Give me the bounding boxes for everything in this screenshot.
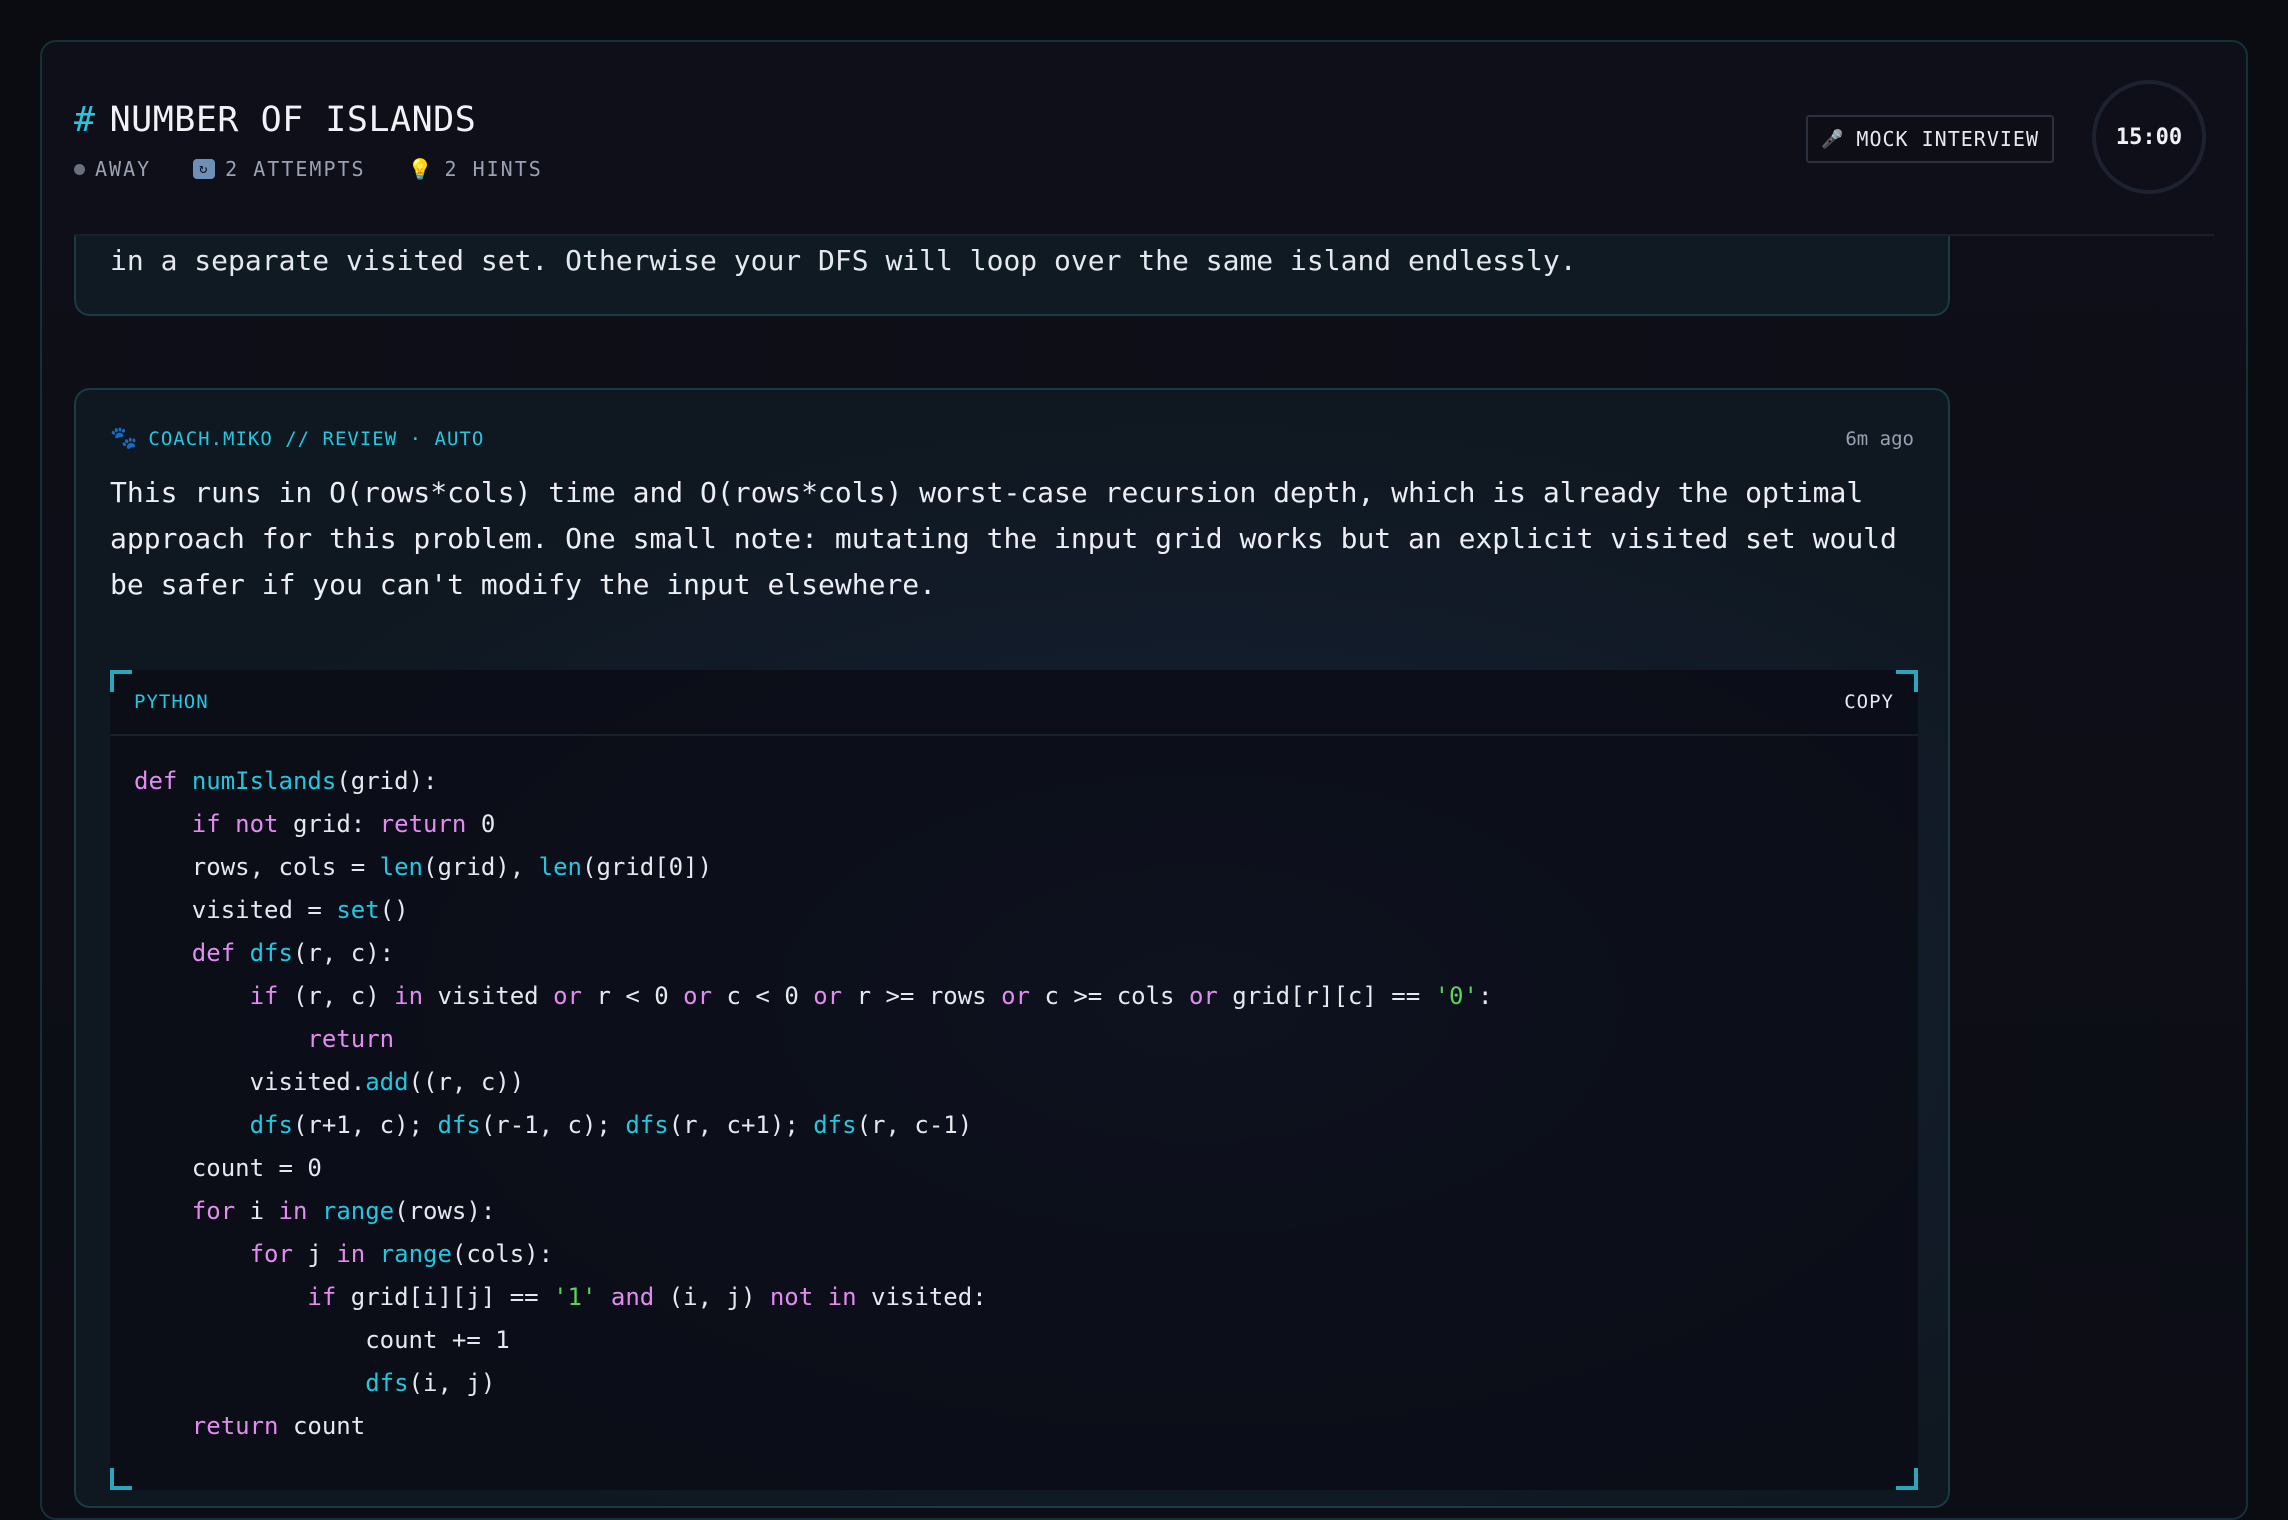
timer-value: 15:00 bbox=[2115, 124, 2183, 150]
code-line: count += 1 bbox=[365, 1326, 510, 1354]
bulb-icon: 💡 bbox=[407, 157, 435, 181]
code-line: def dfs(r, c): bbox=[191, 939, 395, 967]
coach-message-card: 🐾 COACH.MIKO // REVIEW · AUTO 6m ago Thi… bbox=[74, 388, 1950, 1508]
microphone-icon: 🎤 bbox=[1821, 128, 1845, 150]
code-line: rows, cols = len(grid), len(grid[0]) bbox=[191, 853, 713, 881]
code-line: for i in range(rows): bbox=[191, 1197, 496, 1225]
paw-icon: 🐾 bbox=[110, 426, 139, 451]
retry-icon: ↻ bbox=[193, 159, 216, 179]
code-line: if not grid: return 0 bbox=[191, 810, 496, 838]
code-content: def numIslands(grid): if not grid: retur… bbox=[134, 760, 1492, 1448]
code-line: dfs(r+1, c); dfs(r-1, c); dfs(r, c+1); d… bbox=[249, 1111, 973, 1139]
code-line: dfs(i, j) bbox=[365, 1369, 496, 1397]
status-label: AWAY bbox=[95, 157, 152, 181]
corner-bracket bbox=[110, 1468, 132, 1490]
code-line: return count bbox=[191, 1412, 366, 1440]
message-body: This runs in O(rows*cols) time and O(row… bbox=[110, 476, 1897, 601]
author-label: COACH.MIKO // REVIEW · AUTO bbox=[148, 427, 485, 450]
chat-scroll-area[interactable]: in a separate visited set. Otherwise you… bbox=[42, 236, 2246, 1518]
code-line: if (r, c) in visited or r < 0 or c < 0 o… bbox=[249, 982, 1493, 1010]
previous-message-card: in a separate visited set. Otherwise you… bbox=[74, 236, 1950, 316]
copy-button[interactable]: COPY bbox=[1844, 691, 1894, 713]
code-line: def numIslands(grid): bbox=[134, 767, 438, 795]
app-frame: # NUMBER OF ISLANDS AWAY ↻ 2 ATTEMPTS 💡 2… bbox=[40, 40, 2248, 1520]
hash-icon: # bbox=[74, 100, 96, 140]
code-line: visited.add((r, c)) bbox=[249, 1068, 525, 1096]
code-line: return bbox=[307, 1025, 395, 1053]
code-line: if grid[i][j] == '1' and (i, j) not in v… bbox=[307, 1283, 987, 1311]
message-author: 🐾 COACH.MIKO // REVIEW · AUTO bbox=[110, 426, 484, 451]
hints-count: 2 HINTS bbox=[444, 157, 543, 181]
problem-meta: AWAY ↻ 2 ATTEMPTS 💡 2 HINTS bbox=[74, 157, 543, 181]
timer: 15:00 bbox=[2092, 80, 2206, 194]
mock-interview-label: MOCK INTERVIEW bbox=[1856, 127, 2039, 151]
code-line: visited = set() bbox=[191, 896, 409, 924]
status-dot-icon bbox=[74, 163, 85, 175]
code-line: for j in range(cols): bbox=[249, 1240, 554, 1268]
page-title: # NUMBER OF ISLANDS bbox=[74, 100, 476, 140]
problem-header: # NUMBER OF ISLANDS AWAY ↻ 2 ATTEMPTS 💡 2… bbox=[42, 42, 2246, 235]
code-line: count = 0 bbox=[191, 1154, 322, 1182]
code-block: PYTHON COPY def numIslands(grid): if not… bbox=[110, 670, 1918, 1490]
previous-message-text: in a separate visited set. Otherwise you… bbox=[110, 244, 1577, 277]
problem-title: NUMBER OF ISLANDS bbox=[109, 100, 477, 140]
code-language: PYTHON bbox=[134, 691, 209, 713]
message-header: 🐾 COACH.MIKO // REVIEW · AUTO 6m ago bbox=[110, 426, 1914, 451]
corner-bracket bbox=[1896, 1468, 1918, 1490]
attempts-count: 2 ATTEMPTS bbox=[225, 157, 366, 181]
message-timestamp: 6m ago bbox=[1845, 427, 1914, 450]
code-header: PYTHON COPY bbox=[110, 670, 1918, 736]
mock-interview-button[interactable]: 🎤 MOCK INTERVIEW bbox=[1806, 115, 2054, 163]
